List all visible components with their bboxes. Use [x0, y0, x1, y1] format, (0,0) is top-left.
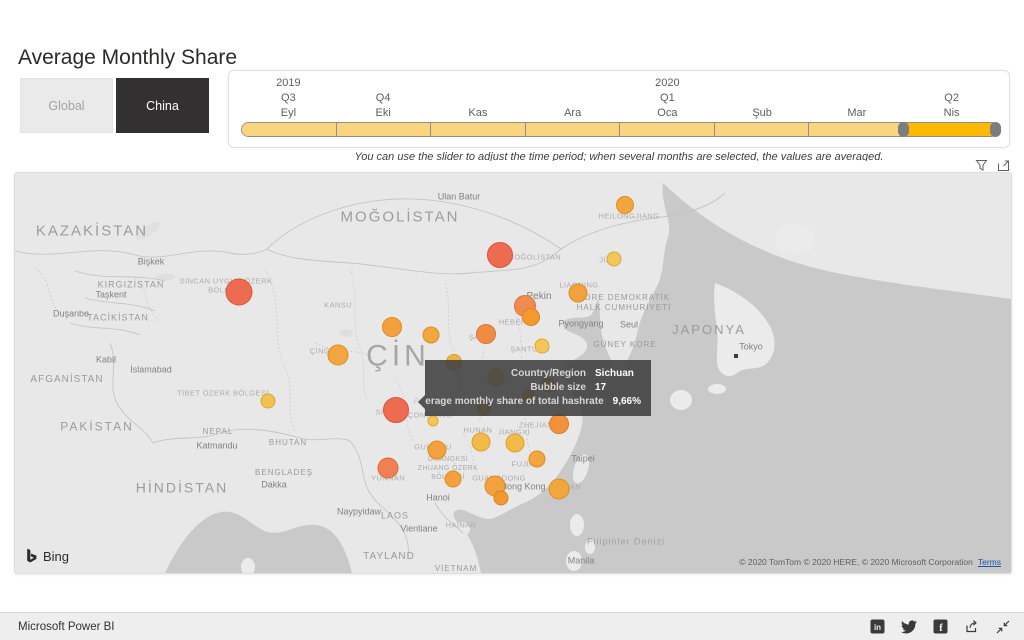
- bubble-hong-kong[interactable]: [494, 491, 509, 506]
- social-icons: in f: [870, 619, 1010, 635]
- focus-mode-icon[interactable]: [997, 159, 1010, 172]
- slider-segment-mar[interactable]: [809, 123, 904, 136]
- slider-quarter-label-q1: Q1: [660, 92, 675, 104]
- bubble-jiangxi[interactable]: [506, 434, 525, 453]
- bubble-qinghai[interactable]: [328, 345, 349, 366]
- slider-quarter-label-q4: Q4: [376, 92, 391, 104]
- map-visual[interactable]: KAZAKİSTANMOĞOLİSTANÇİNHİNDİSTANPAKİSTAN…: [14, 172, 1012, 574]
- bubble-inner-mongolia[interactable]: [487, 242, 513, 268]
- tooltip-label: Average monthly share of total hashrate: [413, 395, 604, 409]
- bing-label: Bing: [43, 549, 69, 564]
- slider-quarter-label-q3: Q3: [281, 92, 296, 104]
- slider-quarter-label-q2: Q2: [944, 92, 959, 104]
- bing-logo[interactable]: Bing: [25, 548, 69, 565]
- tooltip-row-bubble-size: Bubble size 17: [433, 381, 641, 395]
- slider-handle-right[interactable]: [990, 122, 1001, 137]
- share-icon[interactable]: [964, 619, 980, 634]
- slider-segment-ub[interactable]: [715, 123, 810, 136]
- bubble-tibet[interactable]: [261, 394, 276, 409]
- slider-month-label-ara: Ara: [564, 107, 581, 119]
- page-title: Average Monthly Share: [18, 46, 237, 70]
- bubble-liaoning[interactable]: [569, 284, 588, 303]
- time-slider-track[interactable]: [241, 122, 999, 137]
- twitter-icon[interactable]: [901, 619, 917, 635]
- bubble-fujian[interactable]: [529, 451, 546, 468]
- slider-handle-left[interactable]: [898, 122, 909, 137]
- bubble-chongqing[interactable]: [428, 416, 439, 427]
- slider-month-row: Eyl Eki Kas Ara Oca Şub Mar Nis: [241, 107, 999, 120]
- slider-segment-ara[interactable]: [526, 123, 621, 136]
- linkedin-icon[interactable]: in: [870, 619, 885, 634]
- slider-segment-eyl[interactable]: [242, 123, 337, 136]
- tooltip-label: Country/Region: [433, 367, 586, 381]
- bubble-ningxia[interactable]: [423, 327, 440, 344]
- slider-segment-nis[interactable]: [904, 123, 999, 136]
- svg-text:f: f: [939, 622, 943, 634]
- time-slider-card: 2019 2020 Q3 Q4 Q1 Q2 Eyl Eki Kas Ara Oca Şub Mar N…: [228, 70, 1010, 148]
- bubble-guangxi[interactable]: [445, 471, 462, 488]
- svg-text:in: in: [874, 623, 881, 632]
- map-tooltip: Country/Region Sichuan Bubble size 17Averag…: [425, 360, 651, 416]
- bubble-xinjiang[interactable]: [226, 279, 253, 306]
- tooltip-label: Bubble size: [433, 381, 586, 395]
- slider-hint: You can use the slider to adjust the tim…: [228, 151, 1010, 161]
- map-attribution: © 2020 TomTom © 2020 HERE, © 2020 Micros…: [739, 557, 1001, 567]
- terms-link[interactable]: Terms: [978, 557, 1001, 567]
- slider-year-label-2019: 2019: [276, 77, 300, 89]
- visual-header-icons: [975, 159, 1010, 172]
- slider-month-label-eki: Eki: [375, 107, 390, 119]
- powerbi-brand: Microsoft Power BI: [18, 621, 115, 633]
- slider-month-label-mar: Mar: [847, 107, 866, 119]
- footer-bar: Microsoft Power BI in f: [0, 612, 1024, 640]
- tooltip-row-average-monthly-share-of-total-hashrate: Average monthly share of total hashrate9…: [433, 395, 641, 409]
- tooltip-rows: Country/Region Sichuan Bubble size 17Averag…: [433, 367, 641, 409]
- slider-year-label-2020: 2020: [655, 77, 679, 89]
- slider-quarter-row: Q3 Q4 Q1 Q2: [241, 92, 999, 105]
- slider-segment-kas[interactable]: [431, 123, 526, 136]
- bubble-gansu[interactable]: [382, 317, 402, 337]
- slider-month-label-kas: Kas: [468, 107, 487, 119]
- bubble-yunnan[interactable]: [378, 458, 399, 479]
- slider-segment-oca[interactable]: [620, 123, 715, 136]
- slider-month-label-nis: Nis: [944, 107, 960, 119]
- slider-segment-eki[interactable]: [337, 123, 432, 136]
- bubble-tianjin[interactable]: [522, 308, 540, 326]
- tooltip-value: Sichuan: [595, 367, 641, 381]
- bubble-guizhou[interactable]: [428, 441, 447, 460]
- region-toggle: Global China: [20, 78, 209, 133]
- filter-icon[interactable]: [975, 159, 988, 172]
- global-button[interactable]: Global: [20, 78, 113, 133]
- slider-year-row: 2019 2020: [241, 77, 999, 90]
- tooltip-value: 9,66%: [613, 395, 641, 409]
- china-button[interactable]: China: [116, 78, 209, 133]
- map-copyright: © 2020 TomTom © 2020 HERE, © 2020 Micros…: [739, 557, 973, 567]
- bubble-heilongjiang[interactable]: [616, 196, 634, 214]
- bing-icon: [25, 548, 38, 565]
- tooltip-row-country-region: Country/Region Sichuan: [433, 367, 641, 381]
- bubble-zhejiang[interactable]: [549, 414, 569, 434]
- slider-month-label-oca: Oca: [657, 107, 677, 119]
- bubble-sichuan[interactable]: [383, 397, 409, 423]
- tooltip-value: 17: [595, 381, 641, 395]
- slider-month-label-eyl: Eyl: [281, 107, 296, 119]
- collapse-icon[interactable]: [996, 620, 1010, 634]
- bubble-taiwan[interactable]: [549, 479, 570, 500]
- facebook-icon[interactable]: f: [933, 619, 948, 634]
- bubble-hunan[interactable]: [472, 433, 491, 452]
- bubble-jilin[interactable]: [607, 252, 622, 267]
- bubble-shanxi[interactable]: [476, 324, 496, 344]
- bubble-shandong[interactable]: [535, 339, 550, 354]
- slider-month-label-ub: Şub: [752, 107, 772, 119]
